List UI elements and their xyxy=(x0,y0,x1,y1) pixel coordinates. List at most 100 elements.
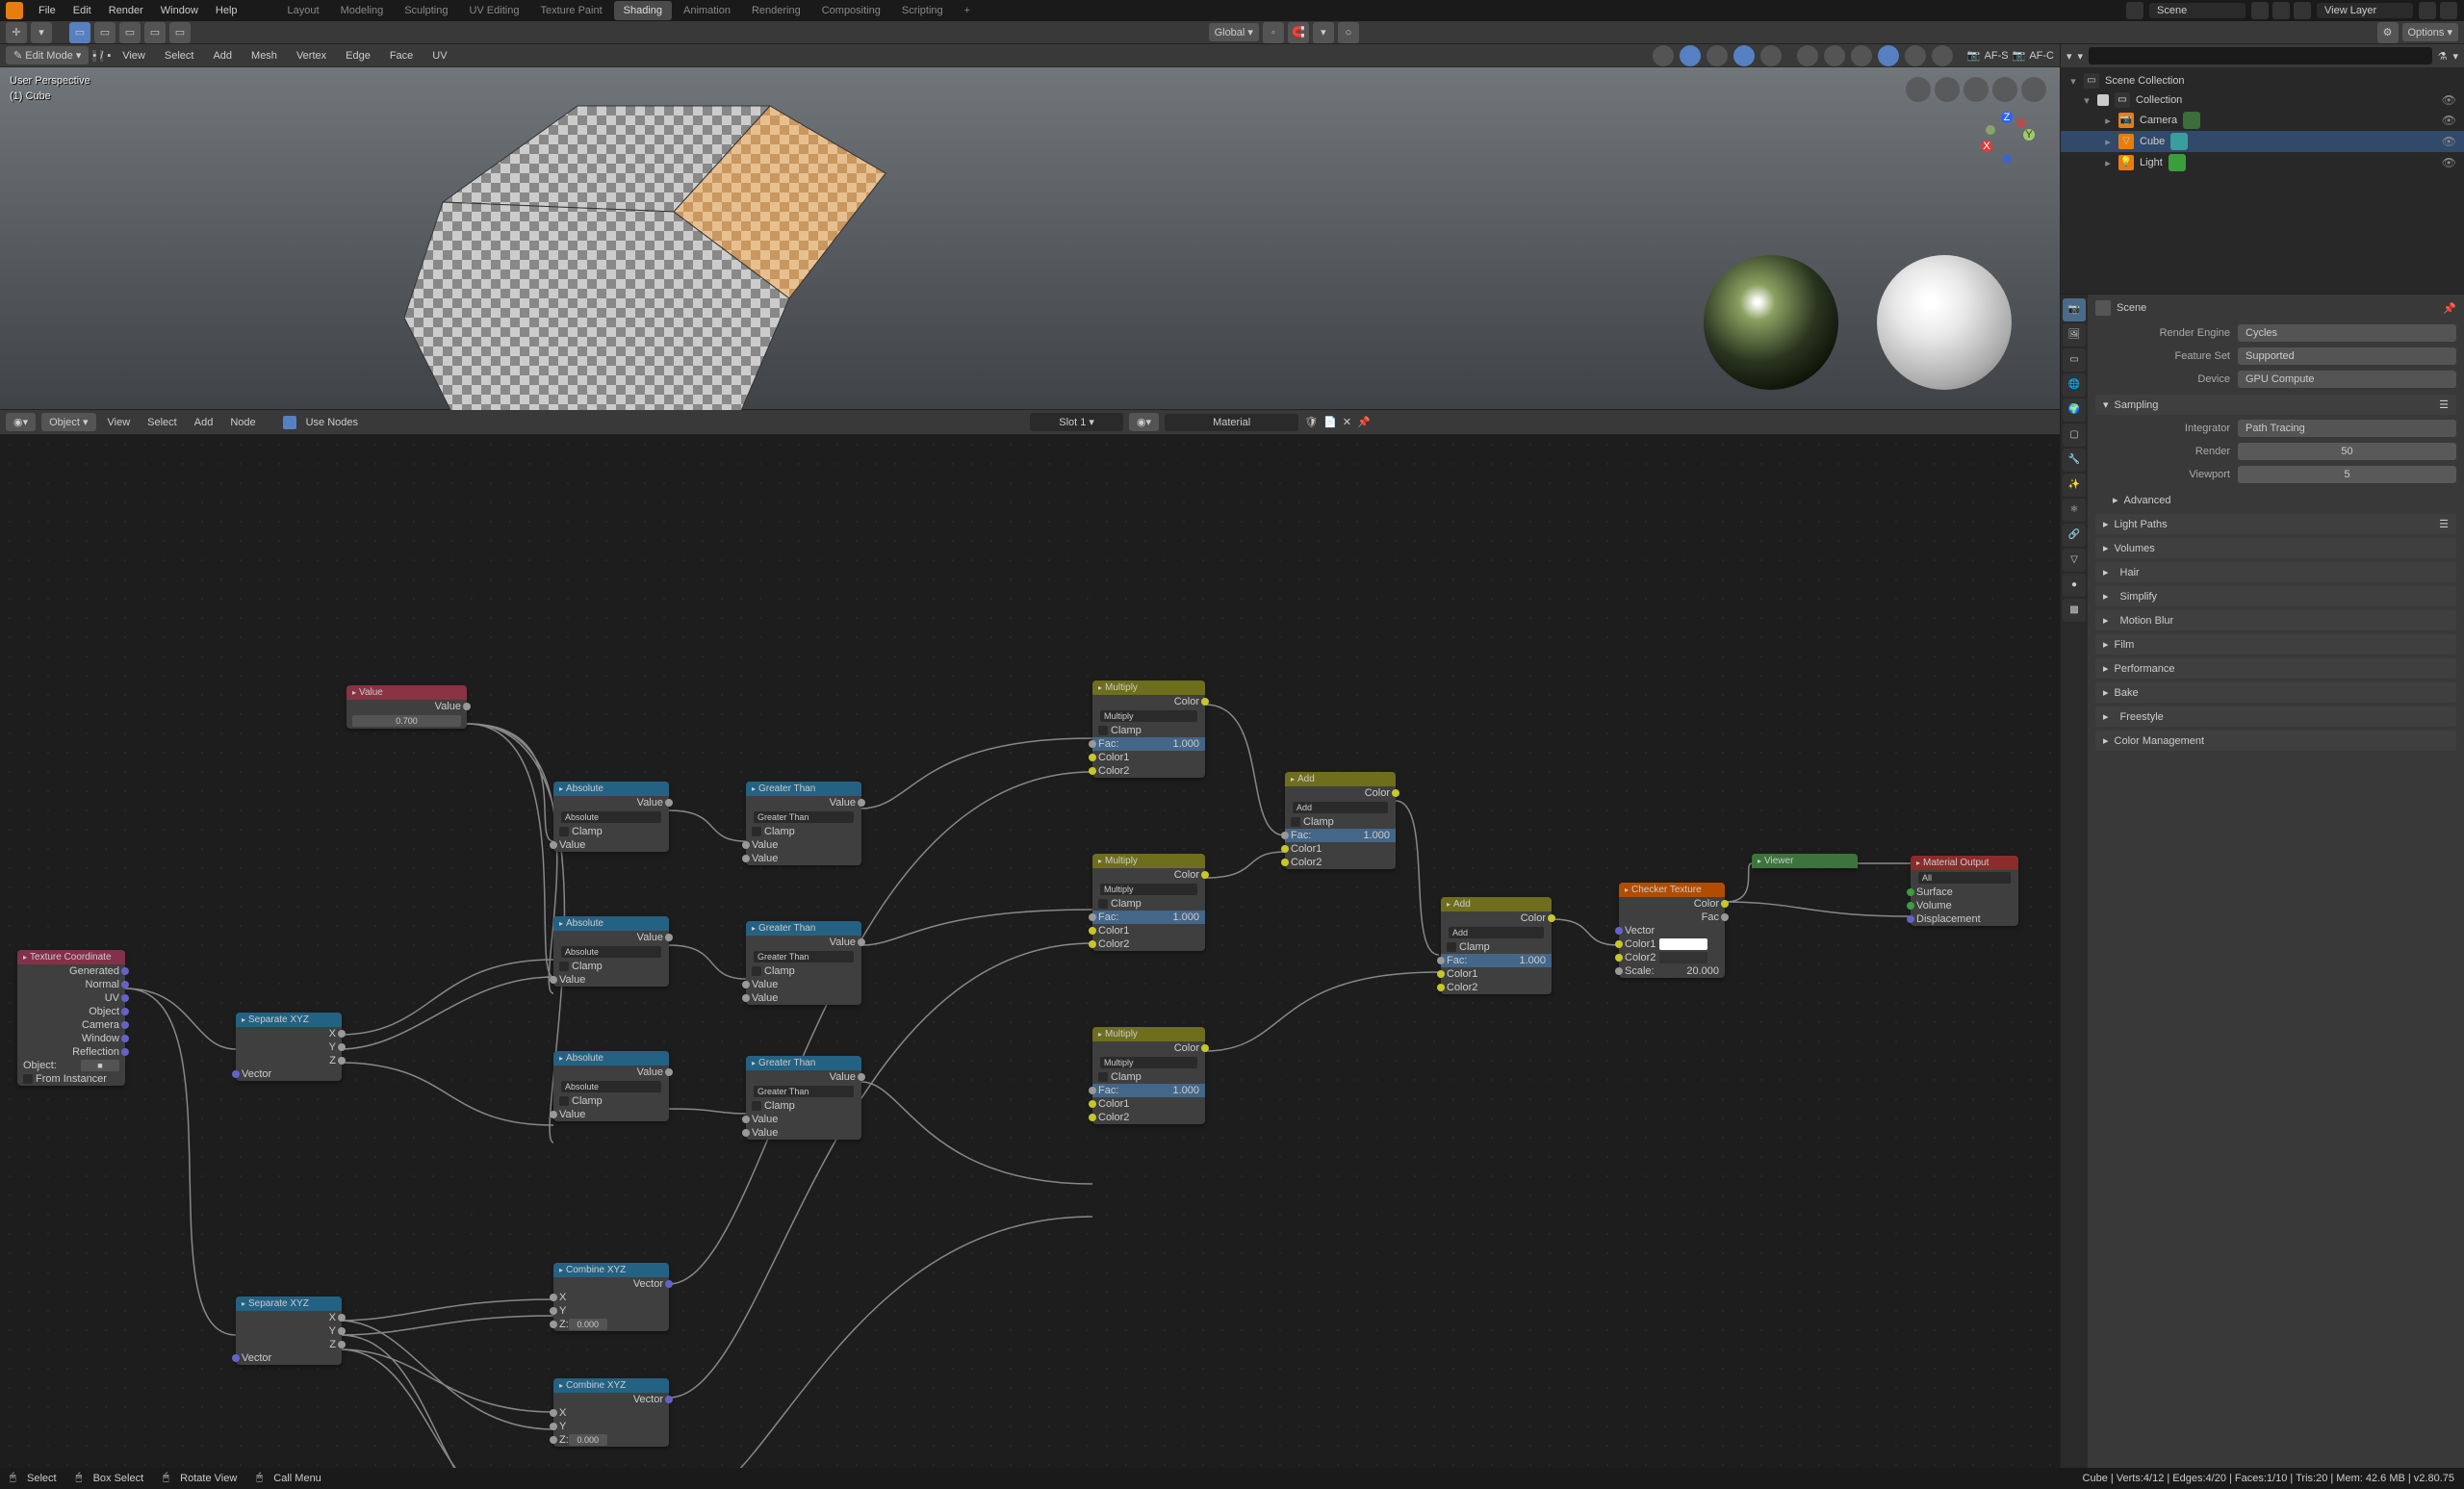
tab-compositing[interactable]: Compositing xyxy=(812,1,890,20)
node-absolute-3[interactable]: Absolute Value Absolute Clamp Value xyxy=(553,1051,669,1121)
node-header[interactable]: Separate XYZ xyxy=(236,1013,342,1027)
node-absolute-1[interactable]: Absolute Value Absolute Clamp Value xyxy=(553,782,669,852)
node-header[interactable]: Greater Than xyxy=(746,1056,861,1070)
shading-lookdev-icon[interactable] xyxy=(1878,45,1899,66)
nav-pan-icon[interactable] xyxy=(1935,77,1960,102)
menu-render[interactable]: Render xyxy=(101,2,151,19)
outliner-type-icon[interactable]: ▾ xyxy=(2066,50,2072,63)
pin-icon[interactable]: 📌 xyxy=(2443,302,2456,315)
tab-add[interactable]: + xyxy=(955,1,980,20)
editor-type-dropdown[interactable]: ◉▾ xyxy=(6,413,36,431)
outliner-item-camera[interactable]: ▸📷Camera 👁 xyxy=(2061,110,2464,131)
viewport-menu-vertex[interactable]: Vertex xyxy=(289,47,334,64)
transform-orientation-dropdown[interactable]: Global ▾ xyxy=(1209,23,1259,41)
scene-icon[interactable] xyxy=(2095,300,2111,316)
material-shield-icon[interactable]: 🛡 xyxy=(1304,416,1318,428)
tab-rendering[interactable]: Rendering xyxy=(742,1,810,20)
panel-light-paths[interactable]: ▸Light Paths☰ xyxy=(2095,514,2456,534)
outliner-item-light[interactable]: ▸💡Light 👁 xyxy=(2061,152,2464,173)
node-header[interactable]: Absolute xyxy=(553,1051,669,1065)
node-header[interactable]: Viewer xyxy=(1752,854,1858,868)
node-greater-than-3[interactable]: Greater Than Value Greater Than Clamp Va… xyxy=(746,1056,861,1140)
outliner-tree[interactable]: ▾▭Scene Collection ▾▭Collection 👁 ▸📷Came… xyxy=(2061,67,2464,177)
node-header[interactable]: Combine XYZ xyxy=(553,1378,669,1393)
blender-logo-icon[interactable] xyxy=(6,2,23,19)
edge-select-icon[interactable]: / xyxy=(100,50,103,62)
panel-simplify[interactable]: ▸Simplify xyxy=(2095,586,2456,606)
visibility-toggle-icon[interactable]: 👁 xyxy=(2442,114,2456,127)
hdri-preview-sphere[interactable] xyxy=(1704,255,1838,390)
node-canvas[interactable]: Texture Coordinate Generated Normal UV O… xyxy=(0,435,2060,1489)
view-layer-field[interactable]: View Layer xyxy=(2317,3,2413,18)
panel-performance[interactable]: ▸Performance xyxy=(2095,658,2456,679)
material-new-icon[interactable]: 📄 xyxy=(1323,416,1337,428)
menu-edit[interactable]: Edit xyxy=(65,2,99,19)
outliner-display-icon[interactable]: ▾ xyxy=(2078,50,2084,63)
select-diff-icon[interactable]: ▭ xyxy=(144,22,166,43)
tab-viewlayer-icon[interactable]: ▭ xyxy=(2063,348,2086,372)
node-header[interactable]: Material Output xyxy=(1911,856,2018,870)
node-header[interactable]: Absolute xyxy=(553,916,669,931)
ne-menu-node[interactable]: Node xyxy=(224,414,261,431)
panel-sampling[interactable]: ▾Sampling☰ xyxy=(2095,395,2456,415)
scene-new-icon[interactable] xyxy=(2251,2,2269,19)
node-checker-texture[interactable]: Checker Texture Color Fac Vector Color1 … xyxy=(1619,883,1725,978)
material-browse-icon[interactable]: ◉▾ xyxy=(1129,413,1159,431)
render-engine-dropdown[interactable]: Cycles xyxy=(2238,324,2456,342)
scene-name-field[interactable]: Scene xyxy=(2149,3,2246,18)
ne-menu-add[interactable]: Add xyxy=(189,414,219,431)
visibility-toggle-icon[interactable]: 👁 xyxy=(2442,93,2456,107)
material-unlink-icon[interactable]: ✕ xyxy=(1343,416,1351,428)
node-combine-xyz-2[interactable]: Combine XYZ Vector X Y Z:0.000 xyxy=(553,1378,669,1447)
nav-zoom-icon[interactable] xyxy=(1964,77,1989,102)
node-header[interactable]: Combine XYZ xyxy=(553,1263,669,1277)
panel-hair[interactable]: ▸Hair xyxy=(2095,562,2456,582)
visibility-toggle-icon[interactable]: 👁 xyxy=(2442,135,2456,148)
outliner-search-field[interactable] xyxy=(2089,47,2432,64)
integrator-dropdown[interactable]: Path Tracing xyxy=(2238,420,2456,437)
outliner-collection[interactable]: ▾▭Collection 👁 xyxy=(2061,90,2464,110)
preset-icon[interactable]: ☰ xyxy=(2439,398,2449,411)
view-layer-delete-icon[interactable] xyxy=(2440,2,2457,19)
node-header[interactable]: Separate XYZ xyxy=(236,1296,342,1311)
visibility-icon[interactable] xyxy=(1653,45,1674,66)
nav-perspective-icon[interactable] xyxy=(2021,77,2046,102)
menu-help[interactable]: Help xyxy=(208,2,245,19)
mesh-badge-icon[interactable] xyxy=(2170,133,2188,150)
panel-motion-blur[interactable]: ▸Motion Blur xyxy=(2095,610,2456,630)
node-header[interactable]: Greater Than xyxy=(746,782,861,796)
tab-world-icon[interactable]: 🌍 xyxy=(2063,398,2086,422)
tab-texture-paint[interactable]: Texture Paint xyxy=(530,1,611,20)
visibility-toggle-icon[interactable]: 👁 xyxy=(2442,156,2456,169)
material-slot-dropdown[interactable]: Slot 1 ▾ xyxy=(1030,413,1123,431)
shading-render-icon[interactable] xyxy=(1905,45,1926,66)
select-intersect-icon[interactable]: ▭ xyxy=(169,22,191,43)
af-c-button[interactable]: AF-C xyxy=(2029,50,2054,62)
gizmo-toggle-icon[interactable] xyxy=(1680,45,1701,66)
outliner-item-cube[interactable]: ▸▽Cube 👁 xyxy=(2061,131,2464,152)
face-select-icon[interactable]: ▪ xyxy=(107,50,111,62)
node-greater-than-1[interactable]: Greater Than Value Greater Than Clamp Va… xyxy=(746,782,861,865)
select-subtract-icon[interactable]: ▭ xyxy=(119,22,141,43)
material-preview-sphere[interactable] xyxy=(1877,255,2012,390)
menu-file[interactable]: File xyxy=(31,2,64,19)
use-nodes-checkbox[interactable] xyxy=(283,416,296,429)
af-s-button[interactable]: AF-S xyxy=(1985,50,2009,62)
cube-mesh[interactable] xyxy=(404,87,943,433)
shading-wire-icon[interactable] xyxy=(1824,45,1845,66)
render-anim-icon[interactable]: 📷 xyxy=(2013,49,2026,62)
material-pin-icon[interactable]: 📌 xyxy=(1357,416,1371,428)
node-greater-than-2[interactable]: Greater Than Value Greater Than Clamp Va… xyxy=(746,921,861,1005)
snap-type-icon[interactable]: ▾ xyxy=(1313,22,1334,43)
node-header[interactable]: Add xyxy=(1285,772,1396,786)
viewport-menu-face[interactable]: Face xyxy=(382,47,421,64)
viewport-menu-mesh[interactable]: Mesh xyxy=(244,47,285,64)
node-texture-coordinate[interactable]: Texture Coordinate Generated Normal UV O… xyxy=(17,950,125,1086)
tab-texture-icon[interactable]: ▩ xyxy=(2063,599,2086,622)
overlay-dropdown-icon[interactable] xyxy=(1760,45,1782,66)
node-combine-xyz-1[interactable]: Combine XYZ Vector X Y Z:0.000 xyxy=(553,1263,669,1331)
tab-scene-icon[interactable]: 🌐 xyxy=(2063,373,2086,397)
overlay-toggle-icon[interactable] xyxy=(1733,45,1755,66)
select-extend-icon[interactable]: ▭ xyxy=(94,22,116,43)
panel-freestyle[interactable]: ▸Freestyle xyxy=(2095,706,2456,727)
